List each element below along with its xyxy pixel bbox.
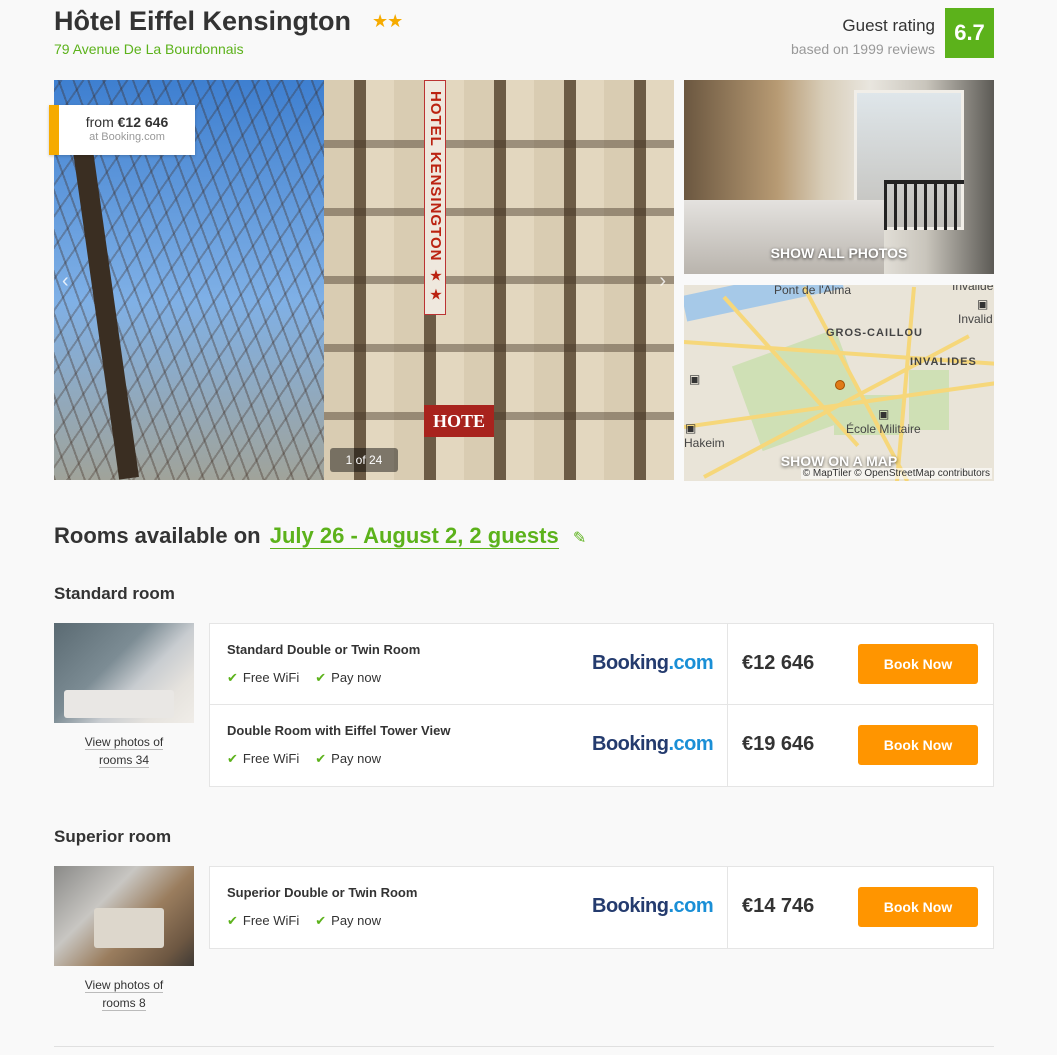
offer-features: ✔ Free WiFi ✔ Pay now: [227, 751, 381, 767]
map-label: Pont de l'Alma: [774, 285, 851, 297]
offer-row: Superior Double or Twin Room ✔ Free WiFi ✔…: [210, 867, 993, 948]
hotel-name: Hôtel Eiffel Kensington: [54, 6, 351, 36]
booking-logo: Booking.com: [592, 895, 714, 917]
book-now-button[interactable]: Book Now: [858, 644, 978, 684]
balcony-railing: [884, 180, 964, 230]
booking-logo: Booking.com: [592, 733, 714, 755]
map-tile[interactable]: Pont de l'Alma Invalide GROS-CAILLOU Inv…: [684, 285, 994, 481]
map-label: Invalide: [952, 285, 994, 293]
rooms-available-header: Rooms available on July 26 - August 2, 2…: [54, 523, 586, 549]
view-photos-line1: View photos of: [84, 735, 164, 750]
check-icon: ✔: [227, 670, 238, 685]
price-from-value: €12 646: [117, 114, 169, 130]
map-park: [909, 370, 949, 430]
edit-pencil-icon[interactable]: ✎: [573, 530, 586, 547]
prev-photo-icon[interactable]: ‹: [62, 270, 69, 293]
rating-score-badge: 6.7: [945, 8, 994, 58]
offer-features: ✔ Free WiFi ✔ Pay now: [227, 670, 381, 686]
metro-icon: ▣: [977, 297, 989, 311]
divider: [727, 705, 728, 786]
divider: [727, 867, 728, 948]
offer-room-name: Standard Double or Twin Room: [227, 642, 421, 657]
review-count: based on 1999 reviews: [791, 41, 935, 57]
next-photo-icon[interactable]: ›: [659, 270, 666, 293]
check-icon: ✔: [227, 751, 238, 766]
feature-wifi: Free WiFi: [242, 670, 300, 685]
offers-list: Superior Double or Twin Room ✔ Free WiFi ✔…: [209, 866, 994, 949]
feature-wifi: Free WiFi: [242, 751, 300, 766]
date-guests-selector[interactable]: July 26 - August 2, 2 guests: [269, 523, 559, 549]
offers-list: Standard Double or Twin Room ✔ Free WiFi ✔…: [209, 623, 994, 787]
hotel-location-pin-icon: [835, 380, 845, 390]
check-icon: ✔: [315, 913, 327, 928]
offer-row: Double Room with Eiffel Tower View ✔ Free…: [210, 705, 993, 786]
metro-icon: ▣: [689, 372, 701, 386]
map-label: INVALIDES: [910, 356, 977, 368]
price-from-label: from: [85, 114, 114, 130]
photo-counter: 1 of 24: [330, 448, 398, 472]
offer-price: €12 646: [742, 652, 815, 674]
hote-sign: HOTE: [424, 405, 494, 437]
show-all-photos-label: SHOW ALL PHOTOS: [770, 245, 908, 261]
photo-building-floors: [324, 80, 674, 480]
check-icon: ✔: [227, 913, 238, 928]
divider: [727, 624, 728, 704]
thumb-bed: [64, 690, 174, 718]
star-rating-icon: ★★: [372, 11, 403, 31]
section-divider: [54, 1046, 994, 1047]
hotel-sign: HOTEL KENSINGTON ★★: [424, 80, 446, 315]
show-on-map-label: SHOW ON A MAP: [780, 453, 898, 469]
show-all-photos-tile[interactable]: SHOW ALL PHOTOS: [684, 80, 994, 274]
map-label: GROS-CAILLOU: [826, 327, 923, 339]
feature-pay: Pay now: [331, 670, 382, 685]
room-bed: [684, 200, 884, 274]
feature-wifi: Free WiFi: [242, 913, 300, 928]
map-label: Hakeim: [684, 436, 725, 450]
rooms-available-prefix: Rooms available on: [54, 523, 261, 548]
check-icon: ✔: [315, 670, 327, 685]
booking-logo: Booking.com: [592, 652, 714, 674]
offer-price: €14 746: [742, 895, 815, 917]
view-photos-link[interactable]: View photos of rooms 34: [54, 733, 194, 769]
room-category-title: Superior room: [54, 827, 172, 846]
book-now-button[interactable]: Book Now: [858, 887, 978, 927]
check-icon: ✔: [315, 751, 327, 766]
view-photos-line2: rooms 8: [102, 996, 146, 1011]
room-thumbnail[interactable]: [54, 623, 194, 723]
offer-row: Standard Double or Twin Room ✔ Free WiFi ✔…: [210, 624, 993, 705]
map-label: École Militaire: [846, 422, 921, 436]
map-attribution[interactable]: © MapTiler © OpenStreetMap contributors: [800, 468, 992, 479]
room-category-title: Standard room: [54, 584, 175, 603]
room-thumbnail[interactable]: [54, 866, 194, 966]
feature-pay: Pay now: [331, 751, 382, 766]
feature-pay: Pay now: [331, 913, 382, 928]
price-from-tag[interactable]: from €12 646 at Booking.com: [49, 105, 195, 155]
price-source: at Booking.com: [89, 131, 165, 143]
offer-room-name: Superior Double or Twin Room: [227, 885, 418, 900]
view-photos-line2: rooms 34: [98, 753, 150, 768]
view-photos-line1: View photos of: [84, 978, 164, 993]
book-now-button[interactable]: Book Now: [858, 725, 978, 765]
offer-features: ✔ Free WiFi ✔ Pay now: [227, 913, 381, 929]
map-label: Invalid: [958, 312, 993, 326]
price-from: from €12 646: [59, 114, 195, 130]
thumb-bed: [94, 908, 164, 948]
metro-icon: ▣: [878, 407, 890, 421]
offer-room-name: Double Room with Eiffel Tower View: [227, 723, 451, 738]
view-photos-link[interactable]: View photos of rooms 8: [54, 976, 194, 1012]
hotel-address[interactable]: 79 Avenue De La Bourdonnais: [54, 41, 244, 57]
guest-rating-label: Guest rating: [842, 16, 935, 35]
metro-icon: ▣: [685, 421, 697, 435]
offer-price: €19 646: [742, 733, 815, 755]
